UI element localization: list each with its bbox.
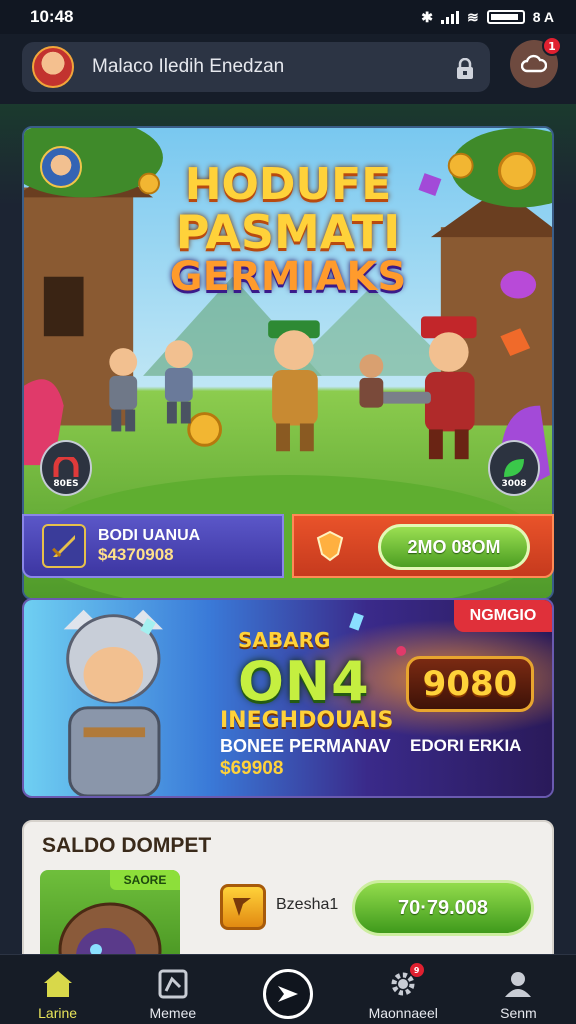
promo-line-e: $69908 (220, 758, 284, 779)
hero-badge-left-label: 80ES (53, 479, 79, 489)
hero-badge-right[interactable]: 3008 (488, 440, 540, 496)
nav-item-profile[interactable]: Senm (461, 955, 576, 1024)
wallet-item-text: Bzesha1 (276, 896, 339, 913)
status-bar: 10:48 ✱ ≋ 8 A (0, 0, 576, 34)
bluetooth-icon: ✱ (421, 8, 433, 25)
nav-item-settings[interactable]: 9 Maonnaeel (346, 955, 461, 1024)
hero-character-bandit (359, 354, 384, 408)
promo-ribbon: NGMGIO (454, 600, 552, 632)
nav-item-play[interactable] (230, 955, 345, 1024)
hero-title: HODUFE PASMATI GERMIAKS (24, 159, 552, 301)
info-panel-left[interactable]: BODI UANUA $4370908 (22, 514, 284, 578)
nav-label-home: Larine (38, 1005, 78, 1021)
shield-gem-icon (316, 530, 344, 562)
info-left-text: BODI UANUA $4370908 (98, 526, 200, 566)
search-bar[interactable]: Malaco Iledih Enedzan (22, 42, 490, 92)
nav-label-menu: Memee (149, 1005, 197, 1021)
leaf-gem-icon (504, 459, 524, 477)
notification-button[interactable]: 1 (510, 36, 562, 88)
user-icon (501, 967, 535, 1001)
bottom-nav: Larine Memee 9 Maonnaeel Senm (0, 954, 576, 1024)
hero-badge-left[interactable]: 80ES (40, 440, 92, 496)
wifi-icon: ≋ (466, 8, 479, 25)
home-icon (41, 967, 75, 1001)
promo-line-b: ON4 (238, 650, 370, 713)
wallet-title: SALDO DOMPET (42, 834, 212, 857)
app-header: Malaco Iledih Enedzan 1 (0, 34, 576, 104)
play-icon (263, 969, 313, 1019)
hero-title-line-3: GERMIAKS (169, 254, 407, 301)
avatar[interactable] (32, 46, 74, 88)
hero-title-line-2: PASMATI (175, 205, 401, 260)
promo-jackpot: 9080 (406, 656, 534, 712)
wallet-image[interactable]: SAORE (40, 870, 180, 954)
cloud-icon (521, 54, 547, 73)
promo-line-f: EDORI ERKIA (410, 736, 522, 755)
wallet-image-tag: SAORE (110, 870, 180, 890)
promo-line-d: BONEE PERMANAV (220, 736, 391, 756)
promo-banner[interactable]: NGMGIO SABARG ON4 INEGHDOUAIS BONEE PERM… (22, 598, 554, 798)
horseshoe-icon (53, 457, 79, 477)
info-panel-right: 2MO 08OM (292, 514, 554, 578)
hero-title-line-1: HODUFE (184, 159, 392, 210)
lock-icon[interactable] (454, 54, 476, 80)
battery-icon (486, 10, 525, 24)
nav-label-settings: Maonnaeel (368, 1005, 438, 1021)
search-text: Malaco Iledih Enedzan (92, 56, 285, 77)
main-content: HODUFE PASMATI GERMIAKS 80ES 3008 BODI U… (0, 104, 576, 954)
nav-label-profile: Senm (500, 1005, 537, 1021)
status-right-text: 8 A (532, 9, 554, 25)
settings-badge: 9 (409, 963, 424, 977)
signal-icon (440, 10, 459, 24)
hero-badge-right-label: 3008 (501, 479, 527, 489)
wallet-ticket-icon (220, 884, 266, 930)
promo-line-c: INEGHDOUAIS (220, 708, 394, 733)
info-left-title: BODI UANUA (98, 527, 201, 545)
info-left-value: $4370908 (98, 545, 174, 565)
status-icons: ✱ ≋ 8 A (421, 9, 554, 26)
info-action-button[interactable]: 2MO 08OM (378, 524, 530, 570)
nav-item-home[interactable]: Larine (0, 955, 115, 1024)
grid-icon (156, 967, 190, 1001)
nav-item-menu[interactable]: Memee (115, 955, 230, 1024)
wallet-balance-button[interactable]: 70·79.008 (352, 880, 534, 936)
wallet-card: SALDO DOMPET SAORE Bzesha1 70·79.008 (22, 820, 554, 954)
status-time: 10:48 (30, 7, 74, 26)
promo-line-a: SABARG (238, 628, 331, 652)
notification-badge: 1 (542, 36, 562, 56)
sword-icon (42, 524, 86, 568)
